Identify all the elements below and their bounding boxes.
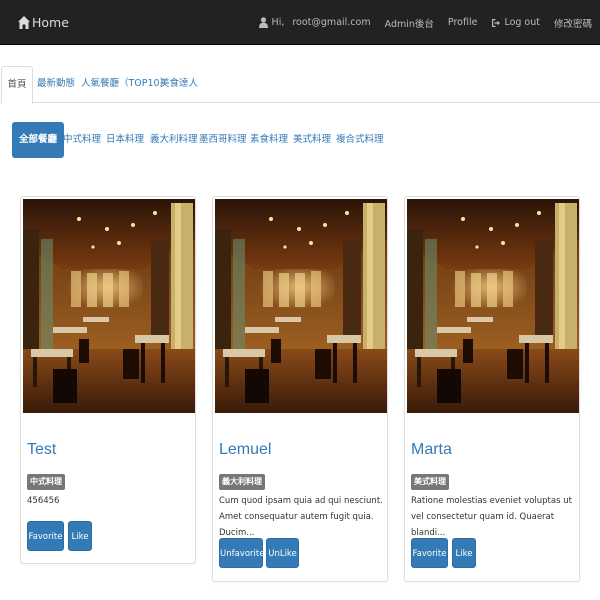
category-vegetarian[interactable]: 素食料理 xyxy=(250,122,288,158)
restaurant-name[interactable]: Test xyxy=(27,441,56,459)
user-email: root@gmail.com xyxy=(292,17,371,28)
favorite-button[interactable]: Favorite xyxy=(411,538,448,568)
tab-food-experts[interactable]: 美食達人 xyxy=(160,66,198,103)
category-badge: 中式料理 xyxy=(27,474,65,490)
category-fusion[interactable]: 複合式料理 xyxy=(336,122,384,158)
main-tabs: 首頁 最新動態 人氣餐廳（TOP10） 美食達人 xyxy=(0,66,600,104)
unlike-button[interactable]: UnLike xyxy=(266,538,299,568)
change-password-link[interactable]: 修改密碼 xyxy=(554,16,592,30)
tab-top10[interactable]: 人氣餐廳（TOP10） xyxy=(81,66,169,103)
restaurant-image[interactable] xyxy=(215,199,387,413)
logout-label: Log out xyxy=(504,17,540,28)
category-mexican[interactable]: 墨西哥料理 xyxy=(199,122,247,158)
admin-link[interactable]: Admin後台 xyxy=(385,16,434,30)
category-pills: 全部餐廳 中式料理 日本料理 義大利料理 墨西哥料理 素食料理 美式料理 複合式… xyxy=(0,122,600,158)
like-button[interactable]: Like xyxy=(68,521,92,551)
restaurant-name[interactable]: Marta xyxy=(411,441,452,459)
restaurant-image[interactable] xyxy=(407,199,579,413)
restaurant-card: Marta 美式料理 Ratione molestias eveniet vol… xyxy=(404,196,580,582)
like-button[interactable]: Like xyxy=(452,538,476,568)
user-icon xyxy=(258,17,268,28)
category-chinese[interactable]: 中式料理 xyxy=(63,122,101,158)
restaurant-card: Test 中式料理 456456 Favorite Like xyxy=(20,196,196,564)
tab-latest-news[interactable]: 最新動態 xyxy=(37,66,75,103)
category-japanese[interactable]: 日本料理 xyxy=(106,122,144,158)
top-navbar: Home Hi, root@gmail.com Admin後台 Profile … xyxy=(0,0,600,45)
category-italian[interactable]: 義大利料理 xyxy=(150,122,198,158)
restaurant-description: Cum quod ipsam quia ad qui nesciunt. Ame… xyxy=(219,496,383,538)
home-icon xyxy=(18,15,30,29)
restaurant-description: 456456 xyxy=(27,496,60,506)
navbar-right: Hi, root@gmail.com Admin後台 Profile Log o… xyxy=(245,0,592,45)
unfavorite-button[interactable]: Unfavorite xyxy=(219,538,264,568)
favorite-button[interactable]: Favorite xyxy=(27,521,64,551)
restaurant-image[interactable] xyxy=(23,199,195,413)
greeting-text: Hi, xyxy=(271,17,285,28)
category-badge: 美式料理 xyxy=(411,474,449,490)
restaurant-name[interactable]: Lemuel xyxy=(219,441,271,459)
tab-home[interactable]: 首頁 xyxy=(1,66,33,104)
category-all[interactable]: 全部餐廳 xyxy=(12,122,65,158)
logout-link[interactable]: Log out xyxy=(491,17,540,28)
category-american[interactable]: 美式料理 xyxy=(293,122,331,158)
restaurant-card: Lemuel 義大利料理 Cum quod ipsam quia ad qui … xyxy=(212,196,388,582)
user-greeting: Hi, root@gmail.com xyxy=(258,17,371,28)
logout-icon xyxy=(492,18,501,27)
profile-link[interactable]: Profile xyxy=(448,17,478,28)
home-link-label: Home xyxy=(32,14,69,30)
restaurant-description: Ratione molestias eveniet voluptas ut ve… xyxy=(411,496,572,538)
category-badge: 義大利料理 xyxy=(219,474,265,490)
home-link[interactable]: Home xyxy=(18,12,69,32)
